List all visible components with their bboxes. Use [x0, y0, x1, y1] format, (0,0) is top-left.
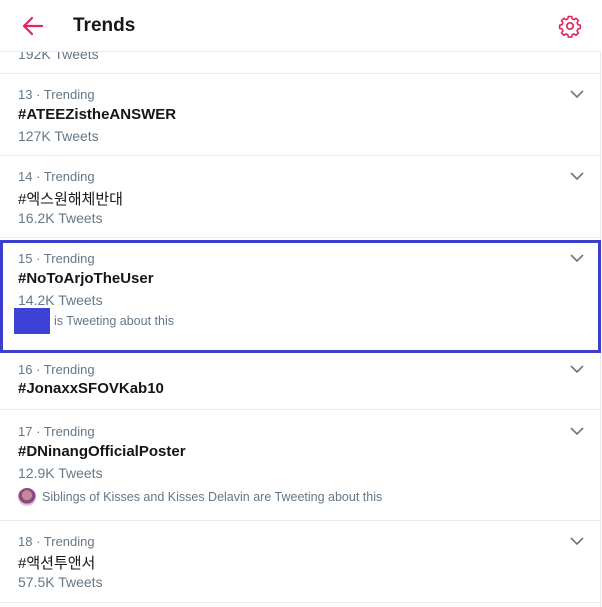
page-title: Trends [73, 15, 136, 36]
trend-hashtag[interactable]: #NoToArjoTheUser [18, 270, 154, 287]
trend-rank-meta: 18 · Trending [18, 534, 95, 549]
trend-tweet-count: 57.5K Tweets [18, 574, 103, 590]
trend-item-16[interactable]: 16 · Trending #JonaxxSFOVKab10 [0, 353, 601, 410]
trend-item-14[interactable]: 14 · Trending #엑스원해체반대 16.2K Tweets [0, 156, 601, 238]
redacted-avatar [14, 308, 50, 334]
chevron-down-icon[interactable] [569, 250, 585, 266]
trend-item-13[interactable]: 13 · Trending #ATEEZistheANSWER 127K Twe… [0, 74, 601, 156]
trend-hashtag[interactable]: #엑스원해체반대 [18, 188, 123, 209]
trend-item-15[interactable]: 15 · Trending #NoToArjoTheUser 14.2K Twe… [0, 240, 601, 353]
chevron-down-icon[interactable] [569, 168, 585, 184]
trend-item-18[interactable]: 18 · Trending #액션투앤서 57.5K Tweets [0, 521, 601, 603]
trend-social-context: is Tweeting about this [14, 308, 174, 334]
trend-item-17[interactable]: 17 · Trending #DNinangOfficialPoster 12.… [0, 410, 601, 521]
trend-context-text: Siblings of Kisses and Kisses Delavin ar… [42, 490, 383, 504]
trend-context-text: is Tweeting about this [54, 314, 174, 328]
trend-hashtag[interactable]: #JonaxxSFOVKab10 [18, 380, 164, 397]
trend-rank-meta: 16 · Trending [18, 362, 95, 377]
trend-rank-meta: 17 · Trending [18, 424, 95, 439]
trend-tweet-count: 127K Tweets [18, 128, 99, 144]
gear-icon[interactable] [558, 14, 582, 38]
chevron-down-icon[interactable] [569, 423, 585, 439]
trend-tweet-count: 12.9K Tweets [18, 465, 103, 481]
chevron-down-icon[interactable] [569, 86, 585, 102]
trend-rank-meta: 15 · Trending [18, 251, 95, 266]
trend-tweet-count: 14.2K Tweets [18, 292, 103, 308]
trend-tweet-count: 16.2K Tweets [18, 210, 103, 226]
trend-social-context: Siblings of Kisses and Kisses Delavin ar… [18, 488, 382, 506]
page-header: Trends [0, 0, 601, 52]
back-arrow-icon[interactable] [20, 14, 46, 38]
chevron-down-icon[interactable] [569, 533, 585, 549]
trend-hashtag[interactable]: #ATEEZistheANSWER [18, 106, 176, 123]
trend-hashtag[interactable]: #DNinangOfficialPoster [18, 443, 186, 460]
chevron-down-icon[interactable] [569, 361, 585, 377]
trends-panel: 192K Tweets 13 · Trending #ATEEZistheANS… [0, 0, 601, 607]
avatar [18, 488, 36, 506]
trend-rank-meta: 14 · Trending [18, 169, 95, 184]
trend-hashtag[interactable]: #액션투앤서 [18, 552, 95, 573]
trend-rank-meta: 13 · Trending [18, 87, 95, 102]
